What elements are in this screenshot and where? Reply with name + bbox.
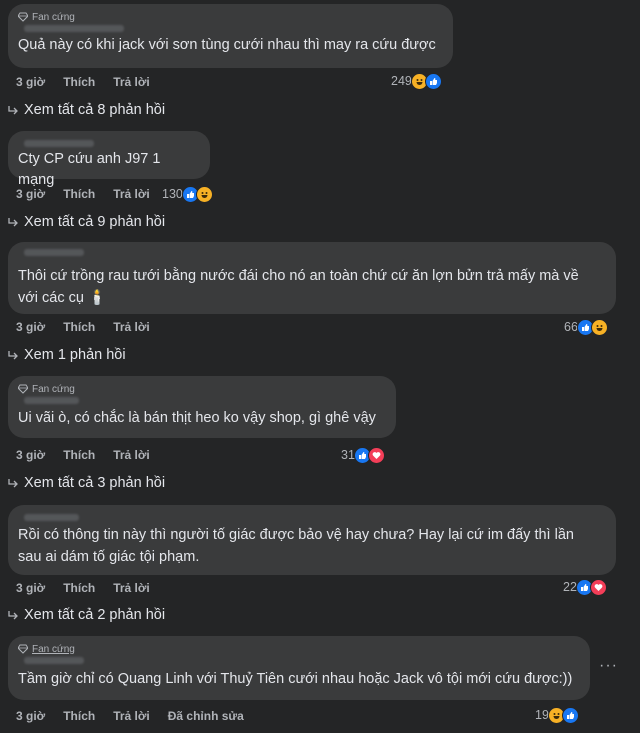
fan-badge[interactable]: Fan cứng bbox=[18, 642, 578, 656]
comment-actions: 3 giờ Thích Trả lời bbox=[16, 319, 168, 335]
reaction-summary[interactable]: 66 bbox=[564, 318, 608, 336]
reply-arrow-icon bbox=[8, 351, 18, 360]
reply-button[interactable]: Trả lời bbox=[113, 187, 150, 201]
comment-bubble: Fan cứng Tầm giờ chỉ có Quang Linh với T… bbox=[8, 636, 590, 700]
reaction-count: 19 bbox=[535, 708, 549, 722]
reply-button[interactable]: Trả lời bbox=[113, 581, 150, 595]
reaction-count: 249 bbox=[391, 74, 412, 88]
like-icon bbox=[561, 706, 579, 724]
timestamp-link[interactable]: 3 giờ bbox=[16, 581, 45, 595]
reaction-count: 130 bbox=[162, 187, 183, 201]
author-name-redacted[interactable] bbox=[18, 249, 604, 257]
like-button[interactable]: Thích bbox=[63, 75, 95, 89]
view-replies-label: Xem tất cả 3 phản hồi bbox=[24, 475, 166, 491]
comment-bubble: Cty CP cứu anh J97 1 mạng bbox=[8, 131, 210, 188]
comment-text: Thôi cứ trồng rau tưới bằng nước đái cho… bbox=[18, 268, 579, 306]
comment-bubble: Thôi cứ trồng rau tưới bằng nước đái cho… bbox=[8, 242, 616, 314]
comment-bubble: Fan cứng Quả này có khi jack với sơn tùn… bbox=[8, 4, 453, 68]
author-name-redacted[interactable] bbox=[18, 657, 578, 665]
diamond-icon bbox=[18, 12, 28, 22]
view-replies-link[interactable]: Xem 1 phản hồi bbox=[8, 345, 126, 365]
comment-bubble: Fan cứng Ui vãi ò, có chắc là bán thịt h… bbox=[8, 376, 396, 438]
diamond-icon bbox=[18, 384, 28, 394]
comment-actions: 3 giờ Thích Trả lời Đã chỉnh sửa bbox=[16, 708, 262, 724]
timestamp-link[interactable]: 3 giờ bbox=[16, 187, 45, 201]
author-name-redacted[interactable] bbox=[18, 397, 384, 405]
comment-text: Rồi có thông tin này thì người tố giác đ… bbox=[18, 527, 574, 565]
view-replies-link[interactable]: Xem tất cả 2 phản hồi bbox=[8, 605, 165, 625]
like-button[interactable]: Thích bbox=[63, 448, 95, 462]
view-replies-label: Xem 1 phản hồi bbox=[24, 347, 126, 363]
view-replies-link[interactable]: Xem tất cả 3 phản hồi bbox=[8, 473, 165, 493]
view-replies-link[interactable]: Xem tất cả 9 phản hồi bbox=[8, 212, 165, 232]
more-options-icon[interactable]: ··· bbox=[599, 657, 618, 675]
comment-text: Quả này có khi jack với sơn tùng cưới nh… bbox=[18, 37, 436, 53]
reaction-summary[interactable]: 249 bbox=[391, 72, 442, 90]
author-name-redacted[interactable] bbox=[18, 25, 441, 33]
reply-arrow-icon bbox=[8, 106, 18, 115]
timestamp-link[interactable]: 3 giờ bbox=[16, 709, 45, 723]
view-replies-label: Xem tất cả 9 phản hồi bbox=[24, 214, 166, 230]
timestamp-link[interactable]: 3 giờ bbox=[16, 320, 45, 334]
reply-arrow-icon bbox=[8, 479, 18, 488]
reaction-summary[interactable]: 19 bbox=[535, 706, 579, 724]
like-icon bbox=[424, 72, 442, 90]
reply-arrow-icon bbox=[8, 218, 18, 227]
reply-button[interactable]: Trả lời bbox=[113, 320, 150, 334]
reaction-count: 31 bbox=[341, 448, 355, 462]
haha-icon bbox=[590, 318, 608, 336]
love-icon bbox=[589, 578, 607, 596]
badge-label: Fan cứng bbox=[32, 383, 75, 395]
author-name-redacted[interactable] bbox=[18, 512, 604, 522]
reply-button[interactable]: Trả lời bbox=[113, 75, 150, 89]
like-button[interactable]: Thích bbox=[63, 709, 95, 723]
haha-icon bbox=[195, 185, 213, 203]
view-replies-label: Xem tất cả 2 phản hồi bbox=[24, 607, 166, 623]
reaction-summary[interactable]: 31 bbox=[341, 446, 385, 464]
view-replies-link[interactable]: Xem tất cả 8 phản hồi bbox=[8, 100, 165, 120]
comment-actions: 3 giờ Thích Trả lời bbox=[16, 580, 168, 596]
timestamp-link[interactable]: 3 giờ bbox=[16, 75, 45, 89]
like-button[interactable]: Thích bbox=[63, 320, 95, 334]
reaction-count: 22 bbox=[563, 580, 577, 594]
fan-badge[interactable]: Fan cứng bbox=[18, 382, 384, 396]
fan-badge[interactable]: Fan cứng bbox=[18, 10, 441, 24]
love-icon bbox=[367, 446, 385, 464]
timestamp-link[interactable]: 3 giờ bbox=[16, 448, 45, 462]
view-replies-label: Xem tất cả 8 phản hồi bbox=[24, 102, 166, 118]
reply-arrow-icon bbox=[8, 611, 18, 620]
edited-label[interactable]: Đã chỉnh sửa bbox=[168, 709, 244, 723]
comment-bubble: Rồi có thông tin này thì người tố giác đ… bbox=[8, 505, 616, 575]
badge-label: Fan cứng bbox=[32, 643, 75, 655]
diamond-icon bbox=[18, 644, 28, 654]
author-name-redacted[interactable] bbox=[18, 138, 198, 148]
badge-label: Fan cứng bbox=[32, 11, 75, 23]
comment-actions: 3 giờ Thích Trả lời bbox=[16, 74, 168, 90]
comment-actions: 3 giờ Thích Trả lời bbox=[16, 186, 168, 202]
comment-text: Ui vãi ò, có chắc là bán thịt heo ko vậy… bbox=[18, 410, 376, 426]
comment-actions: 3 giờ Thích Trả lời bbox=[16, 447, 168, 463]
like-button[interactable]: Thích bbox=[63, 187, 95, 201]
reaction-summary[interactable]: 22 bbox=[563, 578, 607, 596]
like-button[interactable]: Thích bbox=[63, 581, 95, 595]
reaction-count: 66 bbox=[564, 320, 578, 334]
reaction-summary[interactable]: 130 bbox=[162, 185, 213, 203]
reply-button[interactable]: Trả lời bbox=[113, 709, 150, 723]
comment-text: Tầm giờ chỉ có Quang Linh với Thuỷ Tiên … bbox=[18, 671, 573, 687]
reply-button[interactable]: Trả lời bbox=[113, 448, 150, 462]
